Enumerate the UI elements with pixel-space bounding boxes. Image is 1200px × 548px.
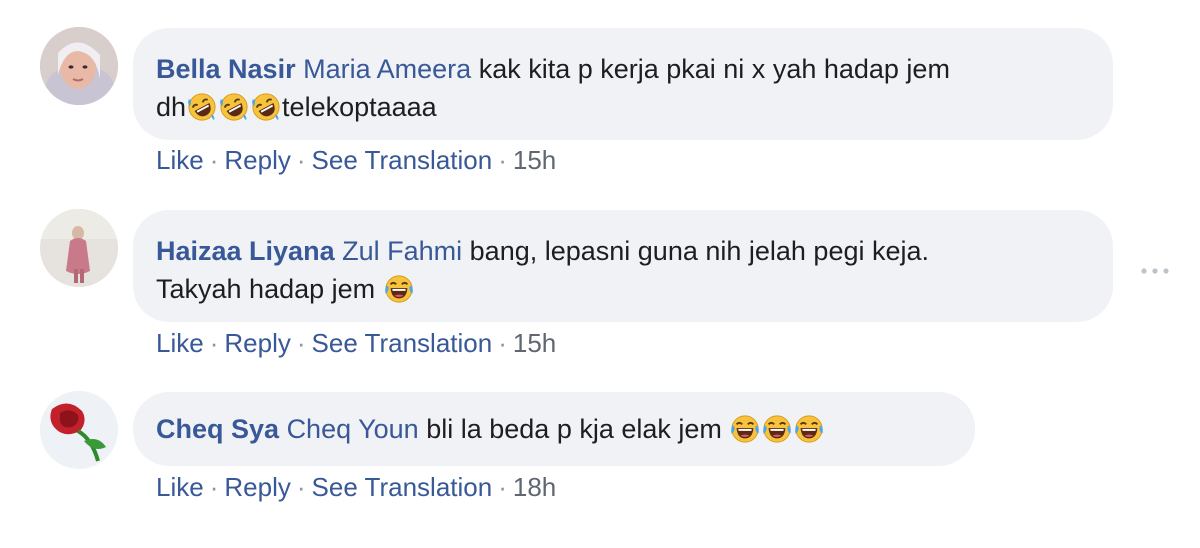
tears-of-joy-emoji-icon [730, 414, 760, 444]
more-options-icon[interactable] [1138, 264, 1172, 278]
like-link[interactable]: Like [156, 472, 204, 502]
separator-dot: · [296, 328, 306, 358]
see-translation-link[interactable]: See Translation [312, 328, 493, 358]
avatar-photo [40, 27, 118, 105]
separator-dot: · [296, 145, 306, 175]
reply-link[interactable]: Reply [224, 328, 290, 358]
comment-text: kak kita p kerja pkai ni x yah hadap jem [478, 54, 950, 84]
comment-bubble: Cheq Sya Cheq Youn bli la beda p kja ela… [133, 392, 975, 466]
reply-link[interactable]: Reply [224, 145, 290, 175]
avatar-photo [40, 209, 118, 287]
timestamp[interactable]: 18h [513, 472, 556, 502]
like-link[interactable]: Like [156, 328, 204, 358]
separator-dot: · [498, 328, 507, 358]
comment-bubble: Bella Nasir Maria Ameera kak kita p kerj… [133, 28, 1113, 140]
reply-link[interactable]: Reply [224, 472, 290, 502]
avatar[interactable] [40, 27, 118, 105]
mention[interactable]: Cheq Youn [287, 414, 419, 444]
rolling-laughing-emoji-icon [187, 92, 217, 122]
separator-dot: · [209, 145, 219, 175]
timestamp[interactable]: 15h [513, 145, 556, 175]
avatar[interactable] [40, 391, 118, 469]
author-name[interactable]: Bella Nasir [156, 54, 296, 84]
like-link[interactable]: Like [156, 145, 204, 175]
comment-bubble: Haizaa Liyana Zul Fahmi bang, lepasni gu… [133, 210, 1113, 322]
avatar[interactable] [40, 209, 118, 287]
timestamp[interactable]: 15h [513, 328, 556, 358]
mention[interactable]: Zul Fahmi [342, 236, 462, 266]
comment-text: bang, lepasni guna nih jelah pegi keja. [469, 236, 930, 266]
author-name[interactable]: Cheq Sya [156, 414, 279, 444]
see-translation-link[interactable]: See Translation [312, 472, 493, 502]
comment-text: telekoptaaaa [282, 92, 437, 122]
mention[interactable]: Maria Ameera [303, 54, 471, 84]
comment-actions: Like · Reply · See Translation · 15h [156, 328, 556, 359]
see-translation-link[interactable]: See Translation [312, 145, 493, 175]
comment-text: bli la beda p kja elak jem [426, 414, 722, 444]
author-name[interactable]: Haizaa Liyana [156, 236, 335, 266]
avatar-photo [40, 391, 118, 469]
separator-dot: · [209, 328, 219, 358]
tears-of-joy-emoji-icon [762, 414, 792, 444]
comment-text: Takyah hadap jem [156, 274, 376, 304]
separator-dot: · [498, 472, 507, 502]
tears-of-joy-emoji-icon [794, 414, 824, 444]
tears-of-joy-emoji-icon [384, 274, 414, 304]
comment-actions: Like · Reply · See Translation · 18h [156, 472, 556, 503]
separator-dot: · [498, 145, 507, 175]
separator-dot: · [296, 472, 306, 502]
comment-actions: Like · Reply · See Translation · 15h [156, 145, 556, 176]
rolling-laughing-emoji-icon [219, 92, 249, 122]
comment-text: dh [156, 92, 187, 122]
separator-dot: · [209, 472, 219, 502]
rolling-laughing-emoji-icon [251, 92, 281, 122]
